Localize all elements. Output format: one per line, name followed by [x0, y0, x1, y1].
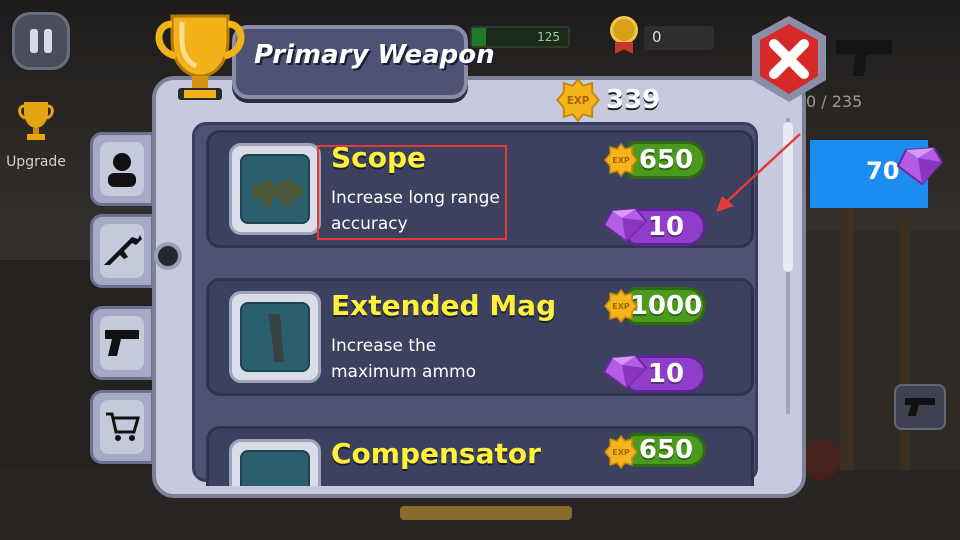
pause-icon [44, 29, 52, 53]
tab-primary-weapon[interactable] [90, 214, 154, 288]
dialog-notch [154, 242, 182, 270]
trophy-icon [18, 102, 54, 140]
xp-balance: EXP 339 [556, 78, 660, 122]
pause-button[interactable] [12, 12, 70, 70]
trophy-icon [155, 14, 245, 100]
medal-count: 0 [644, 26, 714, 50]
upgrade-label: Upgrade [6, 154, 66, 170]
scrollbar-thumb[interactable] [783, 122, 793, 272]
upgrade-name: Extended Mag [331, 289, 557, 322]
upgrade-thumbnail [229, 143, 321, 235]
upgrade-name: Compensator [331, 437, 541, 470]
scene-beam [900, 210, 910, 500]
annotation-highlight-box [317, 145, 507, 240]
dialog-title: Primary Weapon [254, 40, 495, 70]
close-button[interactable] [744, 14, 834, 104]
xp-badge-label: EXP [612, 302, 630, 311]
gem-icon [602, 207, 648, 243]
buy-compensator-xp-button[interactable]: 650 [626, 433, 706, 467]
gem-icon [896, 146, 944, 186]
xp-coin-icon: EXP [604, 289, 638, 323]
gem-balance-panel[interactable]: 70 [810, 140, 944, 208]
xp-progress-bar [400, 506, 572, 520]
tab-character[interactable] [90, 132, 154, 206]
buy-scope-xp-button[interactable]: 650 [626, 141, 706, 179]
medal-icon [608, 16, 640, 56]
upgrade-list-scrollbar[interactable] [780, 118, 796, 414]
magazine-icon [268, 314, 284, 362]
upgrade-thumbnail [229, 439, 321, 486]
gem-balance: 70 [866, 157, 900, 185]
pause-icon [30, 29, 38, 53]
xp-balance-amount: 339 [606, 85, 661, 115]
gem-icon [602, 354, 648, 390]
scene-blood-spot [800, 440, 840, 480]
upgrade-hud-button[interactable]: Upgrade [4, 98, 68, 170]
xp-badge-label: EXP [567, 95, 590, 107]
buy-extended-mag-xp-button[interactable]: 1000 [626, 287, 706, 325]
scene-beam [840, 200, 854, 500]
xp-coin-icon: EXP [556, 78, 600, 122]
health-text: 125 [537, 30, 560, 44]
scope-icon [252, 180, 302, 206]
rifle-icon [104, 235, 142, 265]
upgrade-description: Increase the maximum ammo [331, 336, 476, 382]
xp-coin-icon: EXP [604, 435, 638, 469]
tab-shop[interactable] [90, 390, 154, 464]
xp-badge-label: EXP [612, 448, 630, 457]
character-icon [108, 153, 136, 187]
weapon-switch-button[interactable] [894, 384, 946, 430]
cart-icon [106, 412, 140, 441]
pistol-icon [105, 330, 139, 356]
xp-badge-label: EXP [612, 156, 630, 165]
upgrade-thumbnail [229, 291, 321, 383]
pistol-icon [905, 398, 935, 416]
xp-coin-icon: EXP [604, 143, 638, 177]
tab-secondary-weapon[interactable] [90, 306, 154, 380]
